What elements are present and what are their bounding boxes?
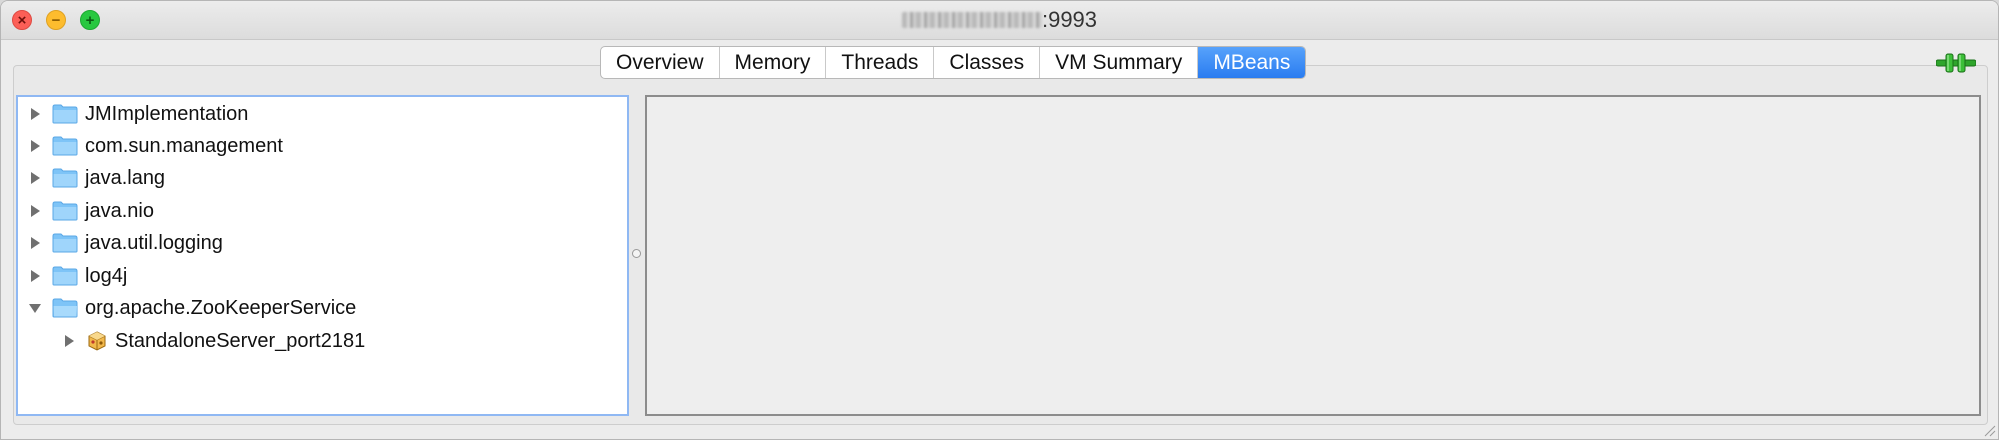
folder-icon — [52, 298, 78, 318]
title-bar: × − + :9993 — [1, 1, 1998, 40]
tab-mbeans[interactable]: MBeans — [1198, 47, 1306, 78]
folder-icon — [52, 233, 78, 253]
mbean-tree[interactable]: JMImplementation com.sun.management java… — [16, 95, 629, 416]
tree-node-label: java.lang — [85, 166, 166, 189]
triangle-right-icon[interactable] — [28, 171, 42, 185]
tree-node-label: StandaloneServer_port2181 — [115, 329, 366, 352]
tree-node-label: JMImplementation — [85, 102, 249, 125]
mbean-icon — [88, 331, 106, 351]
jconsole-window: × − + :9993 Overview Memory Threads Clas… — [0, 0, 1999, 440]
tree-node-com-sun-management[interactable]: com.sun.management — [28, 132, 283, 160]
folder-icon — [52, 266, 78, 286]
resize-grip-icon[interactable] — [1982, 423, 1996, 437]
tab-threads[interactable]: Threads — [826, 47, 935, 78]
tree-node-java-lang[interactable]: java.lang — [28, 164, 165, 192]
tree-node-label: org.apache.ZooKeeperService — [85, 296, 357, 319]
triangle-right-icon[interactable] — [28, 107, 42, 121]
tree-node-label: java.nio — [85, 199, 154, 222]
split-pane-divider[interactable] — [632, 249, 641, 258]
tab-overview[interactable]: Overview — [601, 47, 720, 78]
tree-node-label: java.util.logging — [85, 231, 223, 254]
tab-memory[interactable]: Memory — [720, 47, 827, 78]
tree-node-label: com.sun.management — [85, 134, 283, 157]
triangle-right-icon[interactable] — [28, 204, 42, 218]
window-title: :9993 — [1, 7, 1998, 33]
tree-node-jmimplementation[interactable]: JMImplementation — [28, 100, 248, 128]
tab-vm-summary[interactable]: VM Summary — [1040, 47, 1199, 78]
connection-plug-icon[interactable] — [1936, 51, 1976, 75]
tab-bar: Overview Memory Threads Classes VM Summa… — [600, 46, 1307, 79]
tree-node-log4j[interactable]: log4j — [28, 262, 127, 290]
mbean-detail-panel — [645, 95, 1981, 416]
folder-icon — [52, 201, 78, 221]
tree-node-java-nio[interactable]: java.nio — [28, 197, 154, 225]
triangle-right-icon[interactable] — [28, 236, 42, 250]
folder-icon — [52, 168, 78, 188]
triangle-right-icon[interactable] — [28, 269, 42, 283]
triangle-down-icon[interactable] — [28, 301, 42, 315]
folder-icon — [52, 104, 78, 124]
tree-node-standaloneserver-port2181[interactable]: StandaloneServer_port2181 — [62, 327, 365, 355]
triangle-right-icon[interactable] — [62, 334, 76, 348]
tree-node-label: log4j — [85, 264, 128, 287]
window-title-port: :9993 — [1041, 7, 1098, 32]
tree-node-org-apache-zookeeperservice[interactable]: org.apache.ZooKeeperService — [28, 294, 356, 322]
redacted-host — [901, 12, 1042, 28]
tab-classes[interactable]: Classes — [934, 47, 1041, 78]
tree-node-java-util-logging[interactable]: java.util.logging — [28, 229, 223, 257]
folder-icon — [52, 136, 78, 156]
triangle-right-icon[interactable] — [28, 139, 42, 153]
